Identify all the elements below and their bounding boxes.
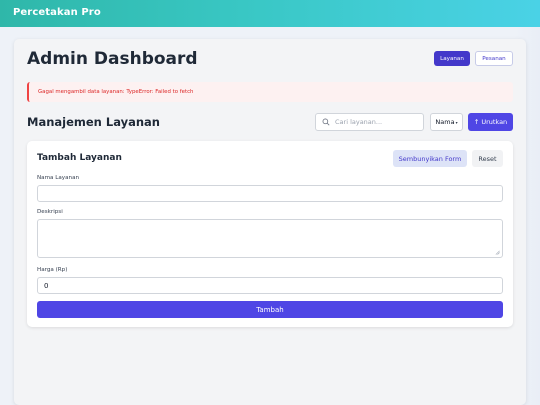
error-alert: Gagal mengambil data layanan: TypeError:… [27,82,513,102]
nav-pesanan-button[interactable]: Pesanan [475,51,513,66]
name-label: Nama Layanan [37,175,80,181]
hide-form-button[interactable]: Sembunyikan Form [393,150,467,167]
price-label: Harga (Rp) [37,267,68,273]
price-input-value: 0 [44,281,49,290]
nav-layanan-button[interactable]: Layanan [434,51,470,66]
page-title: Admin Dashboard [27,49,198,69]
search-icon [322,118,330,126]
app-header-bar: Percetakan Pro [0,0,540,27]
brand-title: Percetakan Pro [13,7,101,18]
search-input[interactable]: Cari layanan... [315,113,424,131]
resize-grip-icon[interactable] [495,250,500,255]
description-label: Deskripsi [37,209,63,215]
sort-button[interactable]: ↑ Urutkan [468,113,513,131]
sort-field-value: Nama [435,118,455,126]
reset-button[interactable]: Reset [472,150,503,167]
description-textarea[interactable] [37,219,503,258]
chevron-down-icon: ▾ [455,119,458,125]
add-service-submit-button[interactable]: Tambah [37,301,503,318]
search-placeholder: Cari layanan... [335,118,383,126]
section-title: Manajemen Layanan [27,115,160,129]
name-input[interactable] [37,185,503,202]
sort-field-select[interactable]: Nama ▾ [430,113,463,131]
price-input[interactable]: 0 [37,277,503,294]
form-title: Tambah Layanan [37,153,122,163]
error-alert-text: Gagal mengambil data layanan: TypeError:… [38,89,194,95]
